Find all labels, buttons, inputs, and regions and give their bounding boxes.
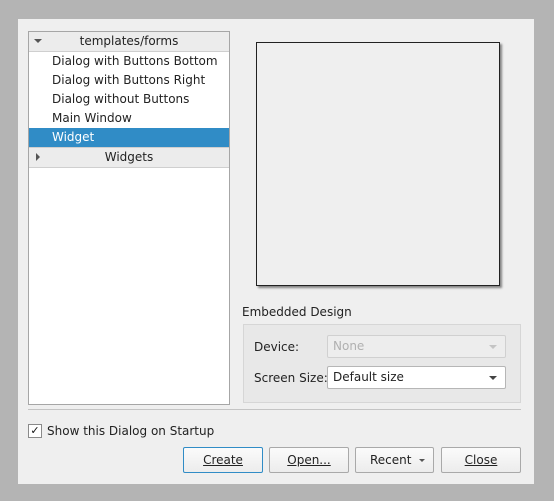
separator [28,409,521,410]
tree-item-dialog-without-buttons[interactable]: Dialog without Buttons [29,90,229,109]
close-button[interactable]: Close [441,447,521,473]
tree-item-main-window[interactable]: Main Window [29,109,229,128]
device-value: None [333,339,365,353]
open-button-label: Open... [287,453,331,467]
show-on-startup-label[interactable]: Show this Dialog on Startup [47,423,214,439]
device-combobox: None [327,335,506,358]
tree-item-dialog-buttons-bottom[interactable]: Dialog with Buttons Bottom [29,52,229,71]
tree-group-label: templates/forms [79,34,179,48]
tree-group-label: Widgets [104,150,154,164]
close-button-label: Close [464,453,498,467]
embedded-design-group: Device: None Screen Size: Default size [243,324,521,403]
embedded-design-title: Embedded Design [242,305,352,319]
tree-group-widgets[interactable]: Widgets [29,147,229,168]
tree-group-templates-forms[interactable]: templates/forms [29,32,229,52]
recent-button-label: Recent [370,453,412,467]
chevron-down-icon[interactable] [489,376,497,380]
screen-size-label: Screen Size: [254,371,328,385]
dropdown-arrow-icon [419,459,425,462]
tree-item-dialog-buttons-right[interactable]: Dialog with Buttons Right [29,71,229,90]
chevron-down-icon [489,345,497,349]
open-button[interactable]: Open... [269,447,349,473]
create-button[interactable]: Create [183,447,263,473]
template-tree[interactable]: templates/forms Dialog with Buttons Bott… [28,31,230,405]
device-label: Device: [254,340,300,354]
new-form-dialog: templates/forms Dialog with Buttons Bott… [18,19,534,484]
collapse-arrow-icon[interactable] [36,153,40,161]
recent-button[interactable]: Recent [355,447,434,473]
create-button-label: Create [203,453,243,467]
expand-arrow-icon[interactable] [34,39,42,43]
screen-size-value: Default size [333,370,404,384]
tree-item-widget[interactable]: Widget [29,128,229,147]
form-preview [256,42,500,286]
show-on-startup-checkbox[interactable]: ✓ [28,424,42,438]
screen-size-combobox[interactable]: Default size [327,366,506,389]
